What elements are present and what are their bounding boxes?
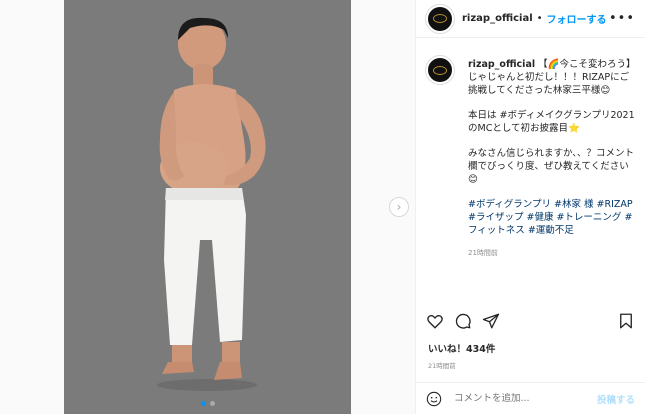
paper-plane-icon[interactable] bbox=[482, 312, 500, 330]
carousel-dot-active bbox=[200, 401, 206, 406]
rizap-logo-icon[interactable] bbox=[426, 4, 454, 33]
caption-timestamp: 21時間前 bbox=[468, 249, 498, 257]
comment-bubble-icon[interactable] bbox=[454, 312, 472, 330]
more-options-icon[interactable]: ••• bbox=[609, 11, 635, 26]
post-actions bbox=[426, 308, 635, 334]
post-side-panel: rizap_official • フォローする ••• rizap_offici… bbox=[415, 0, 645, 414]
caption-text: rizap_official 【🌈今こそ変わろう】じゃじゃんと初だし！！！RIZ… bbox=[468, 58, 635, 260]
next-slide-button[interactable]: › bbox=[389, 197, 409, 217]
follow-button[interactable]: フォローする bbox=[547, 11, 607, 26]
caption-paragraph-2: 本日は #ボディメイクグランプリ2021 のMCとして初お披露目⭐ bbox=[468, 110, 635, 134]
carousel-dot bbox=[209, 401, 215, 406]
post-media[interactable] bbox=[64, 0, 351, 414]
comment-form: 投稿する bbox=[416, 382, 645, 414]
caption-username[interactable]: rizap_official bbox=[468, 59, 535, 70]
author-username[interactable]: rizap_official bbox=[462, 13, 533, 24]
header-separator: • bbox=[536, 13, 543, 24]
like-count[interactable]: いいね！434件 bbox=[428, 341, 495, 355]
heart-icon[interactable] bbox=[426, 312, 444, 330]
caption-hashtags[interactable]: #ボディグランプリ #林家 様 #RIZAP #ライザップ #健康 #トレーニン… bbox=[468, 198, 635, 237]
post-date: 21時間前 bbox=[428, 362, 456, 370]
comment-input[interactable] bbox=[454, 393, 597, 404]
post-photo bbox=[157, 17, 266, 391]
carousel-indicator bbox=[64, 401, 351, 406]
caption-avatar[interactable] bbox=[426, 56, 454, 84]
bookmark-icon[interactable] bbox=[617, 312, 635, 330]
smiley-icon[interactable] bbox=[426, 391, 442, 407]
post-header: rizap_official • フォローする ••• bbox=[416, 0, 645, 38]
caption-paragraph-3: みなさん信じられますか、、？コメント欄でびっくり度、ぜひ教えてください😊 bbox=[468, 148, 635, 185]
page-background-left bbox=[0, 0, 64, 414]
post-caption: rizap_official 【🌈今こそ変わろう】じゃじゃんと初だし！！！RIZ… bbox=[426, 50, 635, 286]
chevron-right-icon: › bbox=[396, 200, 402, 214]
post-comment-button[interactable]: 投稿する bbox=[597, 392, 635, 406]
